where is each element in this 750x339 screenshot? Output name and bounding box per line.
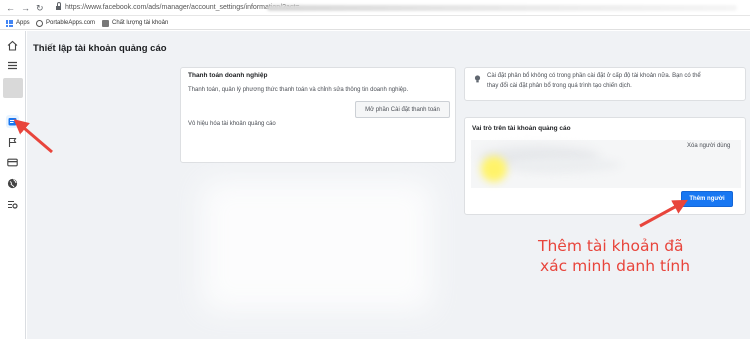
blurred-panel [202,181,432,311]
lightbulb-icon [474,75,481,83]
bookmark-label: PortableApps.com [46,20,96,26]
main-content: Thiết lập tài khoản quảng cáo Thanh toán… [27,31,750,339]
ad-account-roles-card: Vai trò trên tài khoản quảng cáo Xóa ngư… [464,117,746,215]
document-icon [102,19,109,27]
bookmark-portableapps[interactable]: PortableApps.com [36,18,95,28]
notice-line-1: Cài đặt phân bổ không có trong phần cài … [487,73,701,79]
bookmark-label: Chất lượng tài khoản [112,20,169,26]
page-title: Thiết lập tài khoản quảng cáo [33,43,167,54]
lock-icon [56,2,61,10]
home-icon[interactable] [6,39,19,52]
account-avatar[interactable] [3,78,23,98]
forward-arrow-icon[interactable]: → [21,3,30,13]
bookmark-account-quality[interactable]: Chất lượng tài khoản [102,18,168,28]
apps-grid-icon [6,19,13,27]
add-person-button[interactable]: Thêm người [681,191,733,207]
credit-card-icon[interactable] [6,156,19,169]
url-text: https://www.facebook.com/ads/manager/acc… [65,4,300,11]
business-payment-title: Thanh toán doanh nghiệp [188,72,268,79]
business-payment-description: Thanh toán, quản lý phương thức thanh to… [188,87,409,93]
notice-line-2: thay đổi cài đặt phân bổ trong quá trình… [487,83,632,89]
open-payment-settings-button[interactable]: Mở phần Cài đặt thanh toán [355,101,450,118]
deactivate-account-link[interactable]: Vô hiệu hóa tài khoản quảng cáo [188,120,276,129]
settings-list-icon[interactable] [6,198,19,211]
url-redaction [267,5,737,11]
remove-user-link[interactable]: Xóa người dùng [687,142,730,151]
flag-icon[interactable] [6,136,19,149]
roles-title: Vai trò trên tài khoản quảng cáo [472,125,571,132]
address-bar[interactable]: https://www.facebook.com/ads/manager/acc… [52,2,742,14]
reload-icon[interactable]: ↻ [36,3,44,13]
attribution-notice-card: Cài đặt phân bổ không có trong phần cài … [464,67,746,101]
bookmarks-bar: Apps PortableApps.com Chất lượng tài kho… [0,16,750,30]
blurred-user-avatar [481,156,507,182]
blurred-user-name [511,158,621,172]
menu-icon[interactable] [6,59,19,72]
browser-toolbar: ← → ↻ https://www.facebook.com/ads/manag… [0,0,750,16]
business-payment-card: Thanh toán doanh nghiệp Thanh toán, quản… [180,67,456,163]
portableapps-icon [36,19,43,27]
bookmark-apps[interactable]: Apps [6,18,30,28]
globe-icon[interactable] [6,177,19,190]
back-arrow-icon[interactable]: ← [6,3,15,13]
annotation-line-2: xác minh danh tính [540,257,691,275]
left-nav-rail [0,31,26,339]
bookmark-label: Apps [16,20,30,26]
billing-icon[interactable] [6,115,19,128]
annotation-line-1: Thêm tài khoản đã [538,237,684,255]
